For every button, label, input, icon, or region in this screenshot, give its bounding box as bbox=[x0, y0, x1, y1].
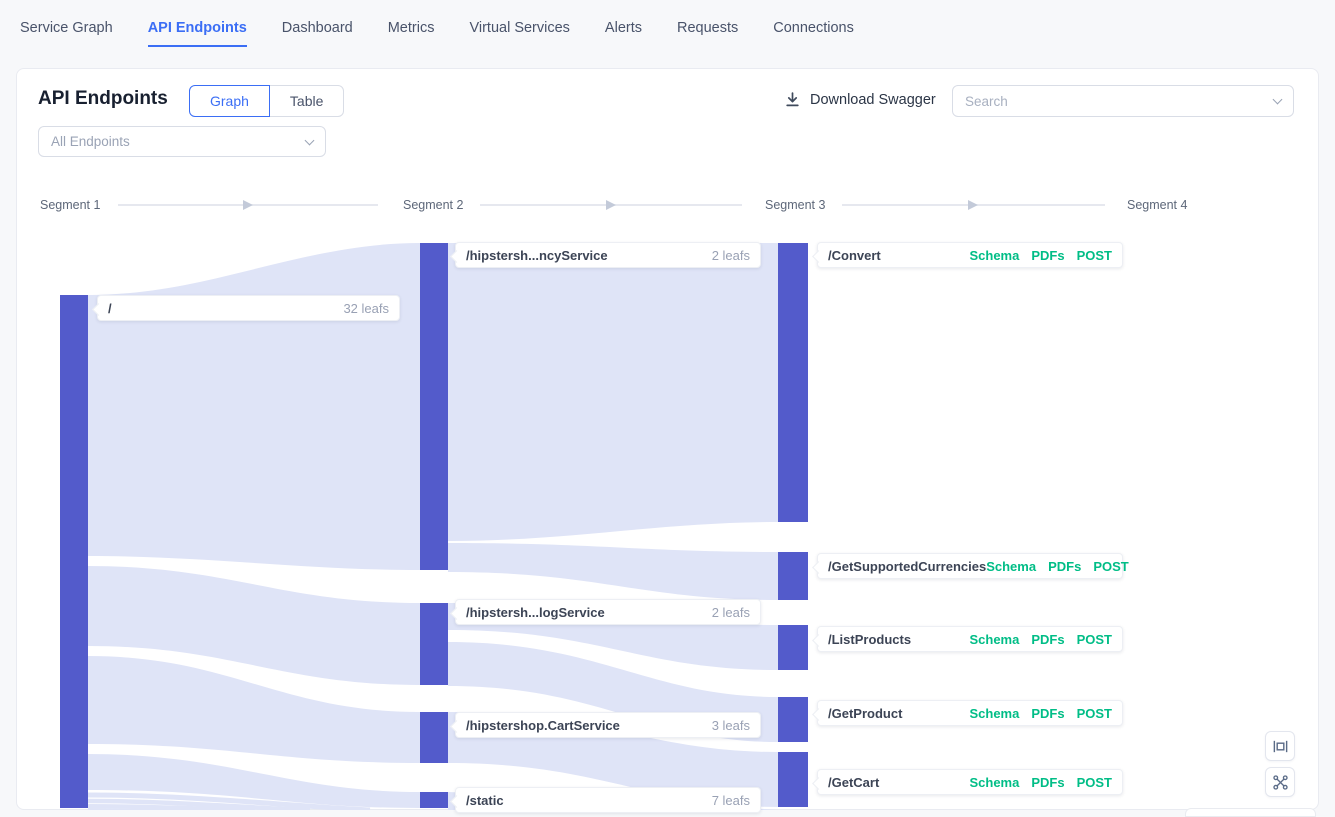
schema-link[interactable]: Schema bbox=[969, 632, 1019, 647]
node-name: /hipstersh...logService bbox=[466, 605, 605, 620]
node-label-catalog-service[interactable]: /hipstersh...logService 2 leafs bbox=[455, 599, 761, 625]
sankey-node-bar-getsupportedcurrencies[interactable] bbox=[778, 552, 808, 600]
node-label-root[interactable]: / 32 leafs bbox=[97, 295, 400, 321]
segment-arrows bbox=[118, 200, 1105, 210]
post-link[interactable]: POST bbox=[1077, 775, 1112, 790]
sankey-node-bar-currency-service[interactable] bbox=[420, 243, 448, 570]
post-link[interactable]: POST bbox=[1077, 248, 1112, 263]
sankey-flow bbox=[88, 810, 205, 811]
sankey-node-bar-listproducts[interactable] bbox=[778, 625, 808, 670]
endpoint-name: /GetCart bbox=[828, 775, 879, 790]
endpoint-name: /GetSupportedCurrencies bbox=[828, 559, 986, 574]
sankey-node-bar-convert[interactable] bbox=[778, 243, 808, 522]
endpoint-label-getproduct[interactable]: /GetProduct Schema PDFs POST bbox=[817, 700, 1123, 726]
schema-link[interactable]: Schema bbox=[969, 775, 1019, 790]
post-link[interactable]: POST bbox=[1077, 706, 1112, 721]
sankey-node-bar-catalog-service[interactable] bbox=[420, 603, 448, 685]
node-name: /hipstershop.CartService bbox=[466, 718, 620, 733]
node-name: /static bbox=[466, 793, 504, 808]
node-leaf-count: 7 leafs bbox=[712, 793, 750, 808]
post-link[interactable]: POST bbox=[1093, 559, 1128, 574]
endpoint-label-getcart[interactable]: /GetCart Schema PDFs POST bbox=[817, 769, 1123, 795]
pdfs-link[interactable]: PDFs bbox=[1031, 248, 1064, 263]
schema-link[interactable]: Schema bbox=[969, 248, 1019, 263]
graph-view-button[interactable]: Graph bbox=[189, 85, 270, 117]
node-label-currency-service[interactable]: /hipstersh...ncyService 2 leafs bbox=[455, 242, 761, 268]
endpoint-name: /ListProducts bbox=[828, 632, 911, 647]
fit-to-width-icon bbox=[1272, 738, 1289, 755]
endpoint-name: /Convert bbox=[828, 248, 881, 263]
node-label-cart-service[interactable]: /hipstershop.CartService 3 leafs bbox=[455, 712, 761, 738]
post-link[interactable]: POST bbox=[1077, 632, 1112, 647]
pdfs-link[interactable]: PDFs bbox=[1031, 775, 1064, 790]
schema-link[interactable]: Schema bbox=[969, 706, 1019, 721]
pdfs-link[interactable]: PDFs bbox=[1031, 706, 1064, 721]
node-label-static[interactable]: /static 7 leafs bbox=[455, 787, 761, 813]
sankey-node-bar-static[interactable] bbox=[420, 792, 448, 808]
sankey-flow bbox=[448, 243, 778, 541]
sankey-flow bbox=[88, 243, 420, 570]
endpoint-label-getsupportedcurrencies[interactable]: /GetSupportedCurrencies Schema PDFs POST bbox=[817, 553, 1123, 579]
sankey-graph bbox=[0, 0, 1335, 810]
sankey-node-bar-getcart[interactable] bbox=[778, 752, 808, 807]
expand-nodes-icon bbox=[1272, 774, 1289, 791]
pdfs-link[interactable]: PDFs bbox=[1048, 559, 1081, 574]
expand-nodes-button[interactable] bbox=[1265, 767, 1295, 797]
sankey-flow bbox=[448, 543, 778, 600]
node-leaf-count: 2 leafs bbox=[712, 248, 750, 263]
sankey-node-bar-cart-service[interactable] bbox=[420, 712, 448, 763]
sankey-node-bar-getproduct[interactable] bbox=[778, 697, 808, 742]
node-name: / bbox=[108, 301, 112, 316]
node-leaf-count: 2 leafs bbox=[712, 605, 750, 620]
page: Service Graph API Endpoints Dashboard Me… bbox=[0, 0, 1335, 817]
node-name: /hipstersh...ncyService bbox=[466, 248, 608, 263]
endpoint-label-convert[interactable]: /Convert Schema PDFs POST bbox=[817, 242, 1123, 268]
sankey-node-bar-root[interactable] bbox=[60, 295, 88, 808]
pdfs-link[interactable]: PDFs bbox=[1031, 632, 1064, 647]
fit-to-width-button[interactable] bbox=[1265, 731, 1295, 761]
endpoint-name: /GetProduct bbox=[828, 706, 902, 721]
endpoint-label-listproducts[interactable]: /ListProducts Schema PDFs POST bbox=[817, 626, 1123, 652]
partial-node-label[interactable] bbox=[1185, 808, 1316, 817]
schema-link[interactable]: Schema bbox=[986, 559, 1036, 574]
node-leaf-count: 3 leafs bbox=[712, 718, 750, 733]
node-leaf-count: 32 leafs bbox=[343, 301, 389, 316]
